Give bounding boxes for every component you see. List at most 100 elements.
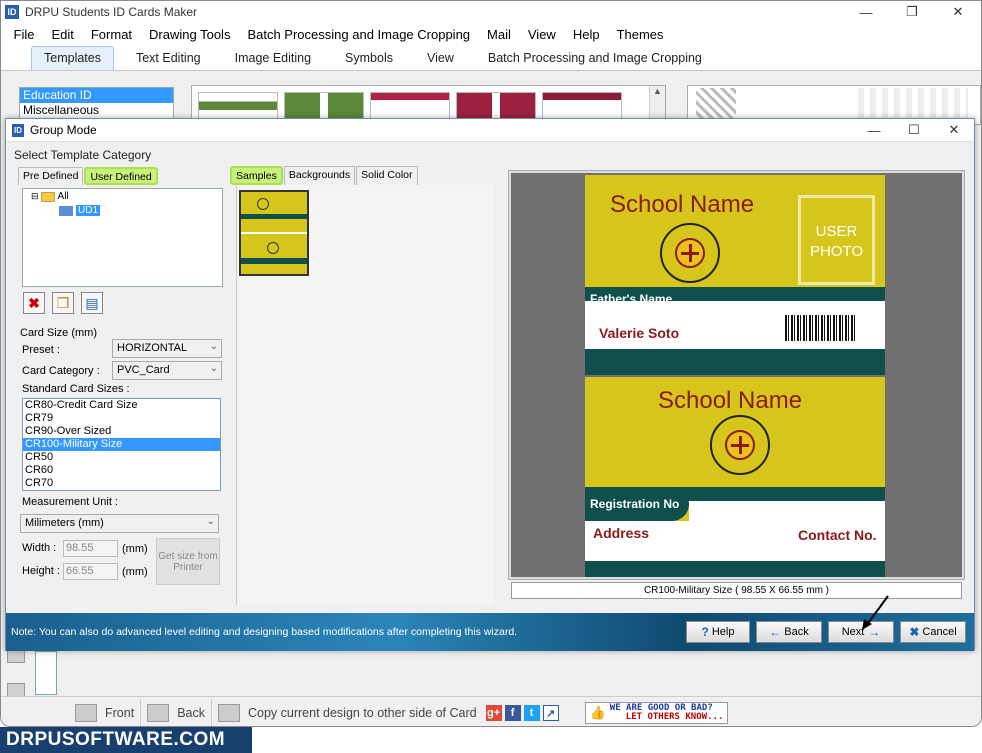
dialog-footer: Note: You can also do advanced level edi… <box>6 613 974 651</box>
menu-batch-processing[interactable]: Batch Processing and Image Cropping <box>239 27 479 42</box>
tab-batch-processing[interactable]: Batch Processing and Image Cropping <box>476 47 714 70</box>
group-mode-dialog: ID Group Mode — ☐ ✕ Select Template Cate… <box>5 118 975 651</box>
tab-user-defined[interactable]: User Defined <box>84 167 158 185</box>
height-unit: (mm) <box>122 566 148 578</box>
tree-node-ud1[interactable]: UD1 <box>59 205 101 216</box>
menu-file[interactable]: File <box>5 27 43 42</box>
brand-logo: DRPUSOFTWARE.COM <box>0 727 252 753</box>
cancel-icon: ✖ <box>909 625 920 639</box>
share-icon[interactable]: ↗ <box>542 704 559 721</box>
size-item[interactable]: CR90-Over Sized <box>23 425 220 438</box>
back-school-name: School Name <box>658 387 803 414</box>
bottom-toolbar: Front Back Copy current design to other … <box>1 696 981 727</box>
feedback-banner[interactable]: 👍 WE ARE GOOD OR BAD? LET OTHERS KNOW... <box>584 701 729 724</box>
get-size-from-printer-button[interactable]: Get size from Printer <box>156 538 220 585</box>
restore-icon[interactable]: ❐ <box>889 1 935 23</box>
card-front-preview: School Name USER PHOTO Father's Name Val… <box>585 175 885 375</box>
back-label: Back <box>177 705 205 720</box>
category-value: PVC_Card <box>117 364 170 376</box>
help-button[interactable]: ? Help <box>686 621 750 643</box>
thumbs-icon: 👍 <box>589 704 606 720</box>
student-name: Valerie Soto <box>599 325 680 341</box>
facebook-icon[interactable]: f <box>504 704 521 721</box>
size-item[interactable]: CR80-Credit Card Size <box>23 399 220 412</box>
category-education-id[interactable]: Education ID <box>20 88 173 103</box>
folder-icon <box>40 191 55 202</box>
preset-select[interactable]: HORIZONTAL ⌄ <box>112 339 222 358</box>
standard-sizes-label: Standard Card Sizes : <box>22 383 130 395</box>
size-item[interactable]: CR70 <box>23 477 220 490</box>
ribbon-body: Education ID Miscellaneous ▲ <box>1 75 981 127</box>
ribbon-tabs: Templates Text Editing Image Editing Sym… <box>1 45 981 71</box>
twitter-icon[interactable]: t <box>523 704 540 721</box>
design-tabs: Samples Backgrounds Solid Color <box>230 166 419 185</box>
menu-mail[interactable]: Mail <box>479 27 520 42</box>
maximize-icon[interactable]: ☐ <box>894 119 934 142</box>
template-tree[interactable]: ⊟ All UD1 <box>22 188 223 287</box>
chevron-down-icon: ⌄ <box>209 341 218 352</box>
preset-value: HORIZONTAL <box>117 342 188 354</box>
tab-pre-defined[interactable]: Pre Defined <box>18 167 84 185</box>
height-label: Height : <box>22 565 60 577</box>
tab-symbols[interactable]: Symbols <box>333 47 405 70</box>
minimize-icon[interactable]: — <box>854 119 894 142</box>
front-button[interactable]: Front <box>69 698 142 726</box>
tab-view[interactable]: View <box>415 47 466 70</box>
tab-image-editing[interactable]: Image Editing <box>223 47 323 70</box>
cancel-button[interactable]: ✖ Cancel <box>900 621 966 643</box>
copy-icon: ❐ <box>56 294 70 311</box>
width-input[interactable]: 98.55 <box>63 540 118 557</box>
tab-text-editing[interactable]: Text Editing <box>124 47 213 70</box>
size-item[interactable]: CR60 <box>23 464 220 477</box>
tab-templates[interactable]: Templates <box>31 46 114 70</box>
copy-design-label: Copy current design to other side of Car… <box>247 705 477 720</box>
back-card-icon <box>147 703 170 722</box>
tab-backgrounds[interactable]: Backgrounds <box>283 166 356 185</box>
tab-solid-color[interactable]: Solid Color <box>356 166 418 185</box>
delete-button[interactable]: ✖ <box>23 292 45 314</box>
tree-node-all[interactable]: ⊟ All <box>31 191 69 202</box>
size-item[interactable]: CR50 <box>23 451 220 464</box>
template-source-tabs: Pre Defined User Defined <box>18 167 159 185</box>
category-miscellaneous[interactable]: Miscellaneous <box>20 103 173 118</box>
back-side-button[interactable]: Back <box>141 698 212 726</box>
menu-format[interactable]: Format <box>82 27 140 42</box>
page-thumbnail[interactable] <box>35 651 57 695</box>
measurement-unit-label: Measurement Unit : <box>22 496 118 508</box>
back-arrow-icon: ← <box>769 625 782 639</box>
width-unit: (mm) <box>122 543 148 555</box>
chevron-down-icon: ⌄ <box>209 363 218 374</box>
card-category-select[interactable]: PVC_Card ⌄ <box>112 361 222 380</box>
copy-design-button[interactable]: Copy current design to other side of Car… <box>212 699 483 727</box>
size-item[interactable]: CR79 <box>23 412 220 425</box>
size-item-selected[interactable]: CR100-Military Size <box>23 438 220 451</box>
standard-sizes-list[interactable]: CR80-Credit Card Size CR79 CR90-Over Siz… <box>22 398 221 491</box>
menu-themes[interactable]: Themes <box>608 27 672 42</box>
tab-samples[interactable]: Samples <box>230 166 283 185</box>
close-icon[interactable]: ✕ <box>934 119 974 142</box>
dialog-logo-icon: ID <box>12 123 24 137</box>
footer-note: Note: You can also do advanced level edi… <box>11 626 518 638</box>
card-preview: School Name USER PHOTO Father's Name Val… <box>509 171 964 579</box>
pointer-arrow-icon <box>862 595 889 630</box>
back-button[interactable]: ← Back <box>756 621 822 643</box>
menu-help[interactable]: Help <box>564 27 608 42</box>
height-input[interactable]: 66.55 <box>63 563 118 580</box>
copy-template-button[interactable]: ❐ <box>52 292 74 314</box>
menu-drawing-tools[interactable]: Drawing Tools <box>141 27 239 42</box>
user-photo-placeholder: USER PHOTO <box>798 195 875 285</box>
measurement-unit-select[interactable]: Milimeters (mm) ⌄ <box>20 514 219 533</box>
image-icon: ▤ <box>85 294 99 311</box>
school-emblem-icon <box>710 415 770 475</box>
close-icon[interactable]: ✕ <box>935 1 981 23</box>
menu-view[interactable]: View <box>519 27 564 42</box>
image-template-button[interactable]: ▤ <box>81 292 103 314</box>
minimize-icon[interactable]: — <box>843 1 889 23</box>
front-label: Front <box>105 705 135 720</box>
sample-thumbnail[interactable] <box>239 190 309 276</box>
delete-icon: ✖ <box>28 294 40 311</box>
menu-edit[interactable]: Edit <box>43 27 82 42</box>
google-plus-icon[interactable]: g+ <box>485 704 502 721</box>
width-label: Width : <box>22 542 57 554</box>
contact-text: Contact No. <box>798 527 877 543</box>
